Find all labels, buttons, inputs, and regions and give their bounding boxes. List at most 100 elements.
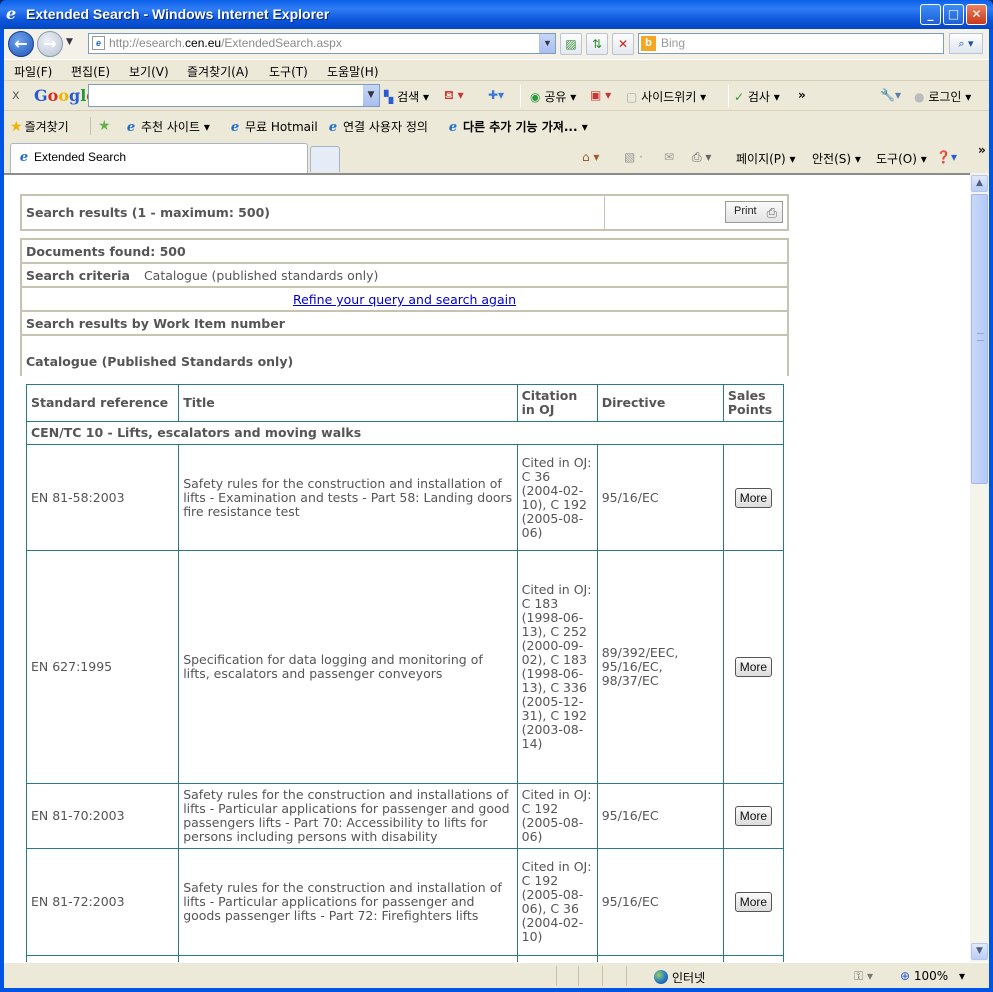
history-dropdown-icon[interactable]: ▼ xyxy=(66,37,73,47)
print-button[interactable]: Print ⎙ xyxy=(725,201,783,223)
address-input[interactable]: e http://esearch.cen.eu/ExtendedSearch.a… xyxy=(88,33,556,54)
refine-row: Refine your query and search again xyxy=(22,288,787,312)
zoom-control[interactable]: ⊕ 100% xyxy=(900,969,948,983)
share-button[interactable]: ◉ 공유 ▾ xyxy=(530,88,576,105)
favorites-item-hotmail[interactable]: e 무료 Hotmail xyxy=(228,118,318,135)
sales-points-cell: More xyxy=(722,444,785,551)
title-cell: Safety rules for the construction and in… xyxy=(178,783,518,849)
scroll-up-icon[interactable]: ▲ xyxy=(971,175,988,192)
status-bar: 인터넷 ⚿ ▾ ⊕ 100% ▾ xyxy=(4,962,989,988)
protected-mode-icon[interactable]: ⚿ ▾ xyxy=(854,969,873,984)
citation-cell: Cited in OJ: C 36 (2004-02-10), C 192 (2… xyxy=(516,444,598,551)
google-search-button[interactable]: ▚ 검색 ▾ xyxy=(384,88,429,105)
toolbar-separator xyxy=(520,85,521,107)
results-header: Search results (1 - maximum: 500) xyxy=(26,205,270,220)
search-go-button[interactable]: ⌕ ▾ xyxy=(949,33,983,54)
spellcheck-button[interactable]: ✓ 검사 ▾ xyxy=(734,88,780,105)
search-criteria-label: Search criteria xyxy=(26,268,130,283)
zoom-icon: ⊕ xyxy=(900,969,911,983)
scroll-down-icon[interactable]: ▼ xyxy=(971,943,988,960)
group-label: CEN/TC 10 - Lifts, escalators and moving… xyxy=(26,421,784,445)
standard-reference-cell: EN 81-58:2003 xyxy=(25,444,180,551)
tab-row: e Extended Search ⌂ ▾ ▧ · ✉ ⎙ ▾ 페이지(P) ▾ … xyxy=(4,141,989,173)
maximize-button[interactable]: □ xyxy=(943,4,964,25)
favorites-separator xyxy=(90,117,91,135)
print-icon[interactable]: ⎙ ▾ xyxy=(692,150,711,165)
forward-button[interactable]: → xyxy=(37,31,63,57)
favorites-button[interactable]: ★ 즐겨찾기 xyxy=(10,118,69,135)
favorites-item-customize[interactable]: e 연결 사용자 정의 xyxy=(326,118,428,135)
login-button[interactable]: ● 로그인 ▾ xyxy=(914,88,971,105)
new-tab-button[interactable] xyxy=(310,146,340,172)
stop-icon[interactable]: ✕ xyxy=(612,33,634,55)
more-button[interactable]: More xyxy=(734,487,773,508)
translate-icon[interactable]: ▣ ▾ xyxy=(590,88,611,102)
search-input[interactable]: b Bing xyxy=(638,33,944,54)
scroll-thumb[interactable] xyxy=(971,194,988,484)
zone-label: 인터넷 xyxy=(672,971,706,985)
home-icon[interactable]: ⌂ ▾ xyxy=(582,150,599,164)
favorites-item-addons[interactable]: e 다른 추가 기능 가져... ▾ xyxy=(446,118,588,135)
mail-icon[interactable]: ✉ xyxy=(664,150,674,164)
directive-cell: 95/16/EC xyxy=(596,848,724,956)
menu-edit[interactable]: 편집(E) xyxy=(71,63,110,80)
menu-help[interactable]: 도움말(H) xyxy=(327,63,379,80)
tools-menu[interactable]: 도구(O) ▾ xyxy=(876,150,927,167)
magnifier-icon: ⌕ xyxy=(958,37,965,50)
page-menu[interactable]: 페이지(P) ▾ xyxy=(736,150,796,167)
sales-points-cell: More xyxy=(722,783,785,849)
address-dropdown-icon[interactable]: ▼ xyxy=(539,34,555,53)
search-placeholder: Bing xyxy=(661,36,686,50)
minimize-button[interactable]: _ xyxy=(920,4,941,25)
group-row: CEN/TC 10 - Lifts, escalators and moving… xyxy=(26,421,784,445)
sidewiki-button[interactable]: ▢ 사이드위키 ▾ xyxy=(626,88,706,105)
menu-view[interactable]: 보기(V) xyxy=(129,63,169,80)
favorites-item-label: 무료 Hotmail xyxy=(245,120,318,134)
ie-page-icon: e xyxy=(448,120,458,135)
menu-tools[interactable]: 도구(T) xyxy=(269,63,308,80)
back-button[interactable]: ← xyxy=(8,31,34,57)
header-divider xyxy=(604,196,605,229)
ie-page-icon: e xyxy=(328,120,338,135)
settings-wrench-icon[interactable]: 🔧▾ xyxy=(880,88,901,102)
add-icon[interactable]: ✚▾ xyxy=(488,88,504,102)
table-header-row: Standard reference Title Citation in OJ … xyxy=(25,384,785,422)
close-button[interactable]: ✕ xyxy=(966,4,987,25)
sidewiki-icon: ▢ xyxy=(626,90,638,104)
menu-favorites[interactable]: 즐겨찾기(A) xyxy=(187,63,249,80)
results-by-label: Search results by Work Item number xyxy=(26,316,285,331)
refresh-icon[interactable]: ⇅ xyxy=(586,33,608,55)
command-more-button[interactable]: » xyxy=(978,143,986,157)
sales-points-cell: More xyxy=(722,550,785,784)
favorites-item-suggested[interactable]: e 추천 사이트 ▾ xyxy=(124,118,210,135)
bookmark-icon[interactable]: ⛾ ▾ xyxy=(444,88,464,104)
google-search-label: 검색 ▾ xyxy=(397,90,429,104)
toolbar-more-button[interactable]: » xyxy=(798,88,806,102)
standard-reference-cell: EN 81-72:2003 xyxy=(25,848,180,956)
title-cell: Safety rules for the construction and in… xyxy=(178,848,518,956)
favorites-item-label: 다른 추가 기능 가져... ▾ xyxy=(463,120,588,134)
tab-extended-search[interactable]: e Extended Search xyxy=(10,143,308,173)
vertical-scrollbar[interactable]: ▲ ▼ xyxy=(970,173,989,962)
refine-query-link[interactable]: Refine your query and search again xyxy=(293,292,516,307)
more-button[interactable]: More xyxy=(734,806,773,826)
google-search-input[interactable]: ▼ xyxy=(88,84,380,107)
safety-menu[interactable]: 안전(S) ▾ xyxy=(812,150,861,167)
header-directive: Directive xyxy=(596,384,724,422)
google-dropdown-icon[interactable]: ▼ xyxy=(363,85,379,106)
share-label: 공유 ▾ xyxy=(544,90,577,104)
toolbar-close-icon[interactable]: x xyxy=(12,88,20,103)
status-divider xyxy=(626,966,627,986)
more-button[interactable]: More xyxy=(734,657,773,677)
more-button[interactable]: More xyxy=(734,892,773,912)
results-table: Standard reference Title Citation in OJ … xyxy=(25,384,785,962)
zoom-dropdown-icon[interactable]: ▾ xyxy=(959,969,965,983)
help-icon[interactable]: ❓▾ xyxy=(936,150,957,164)
add-favorite-icon[interactable]: ★ xyxy=(98,118,113,134)
menu-file[interactable]: 파일(F) xyxy=(14,63,52,80)
results-by-row: Search results by Work Item number xyxy=(22,312,787,336)
compatibility-view-icon[interactable]: ▨ xyxy=(560,33,582,55)
feeds-icon[interactable]: ▧ · xyxy=(624,150,643,164)
standard-reference-cell: EN 81-70:2003 xyxy=(25,783,180,849)
zoom-level: 100% xyxy=(913,969,949,983)
